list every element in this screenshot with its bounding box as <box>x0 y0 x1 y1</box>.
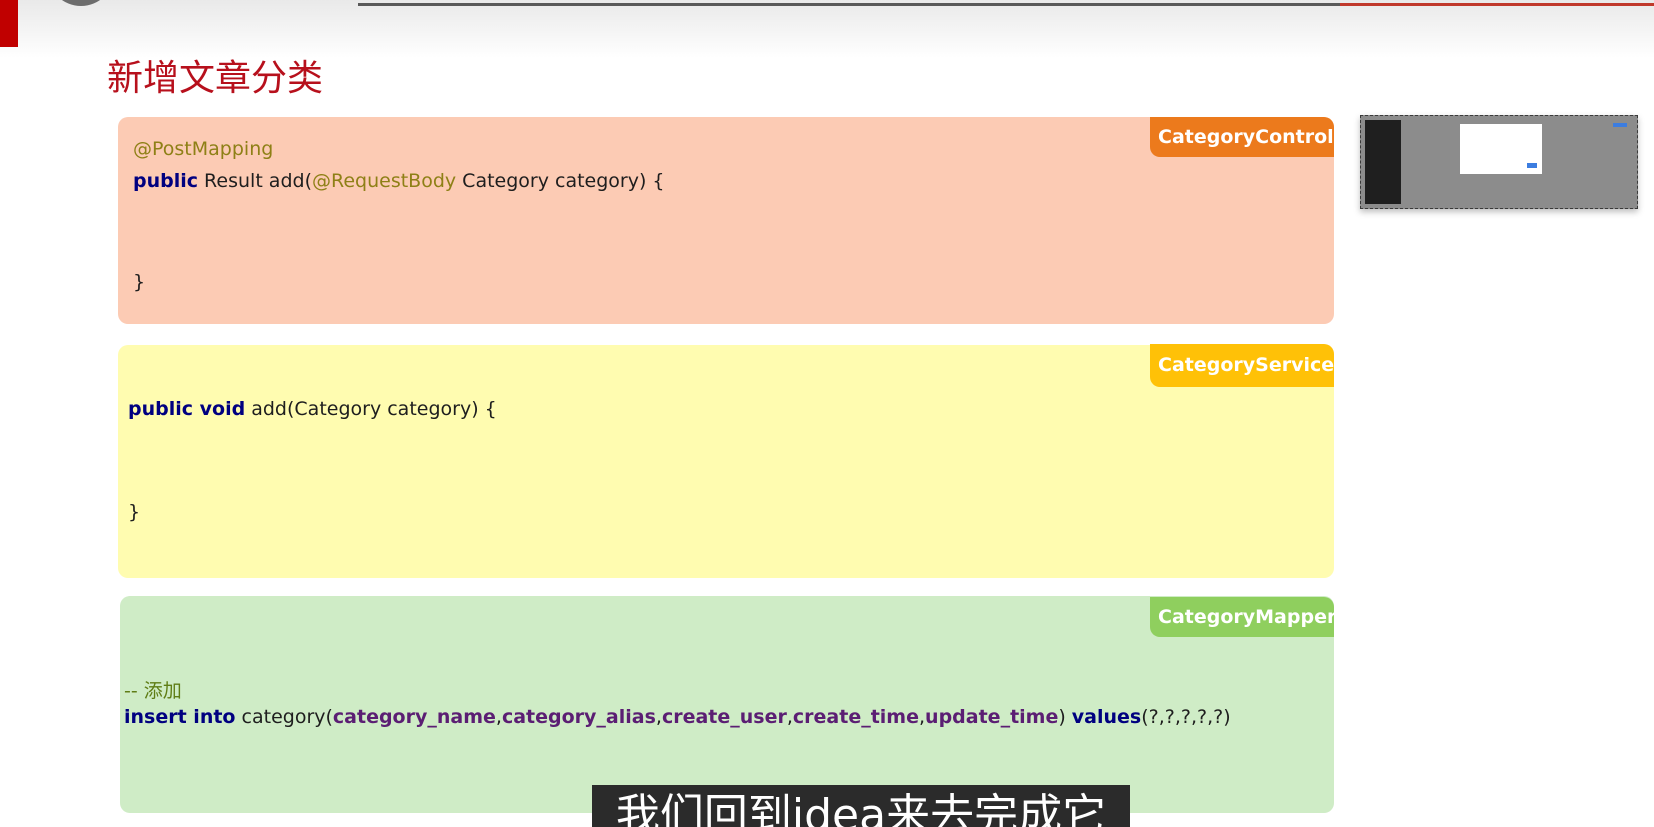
closing-brace: } <box>133 271 146 293</box>
keyword-text: values <box>1071 706 1142 728</box>
column-name: category_alias <box>501 706 656 728</box>
code-text: add(Category category) { <box>245 398 497 420</box>
closing-brace: } <box>128 501 141 523</box>
sql-comment: -- 添加 <box>124 680 182 702</box>
controller-tag: CategoryController <box>1150 117 1362 157</box>
top-band <box>0 0 1654 58</box>
annotation-text: @RequestBody <box>311 170 457 192</box>
keyword-text: public <box>133 170 199 192</box>
red-corner-tab <box>0 0 18 47</box>
code-text: ) <box>1058 706 1072 728</box>
top-divider-line <box>358 3 1340 6</box>
column-name: create_time <box>792 706 919 728</box>
code-text: Category category) { <box>456 170 665 192</box>
thumbnail-sidebar <box>1365 120 1401 204</box>
column-name: category_name <box>332 706 496 728</box>
sql-line: insert into category(category_name,categ… <box>124 704 1231 730</box>
mapper-panel: CategoryMapper -- 添加 insert into categor… <box>120 596 1336 813</box>
service-tag: CategoryService <box>1150 344 1334 387</box>
screenshot-thumbnail <box>1360 115 1638 209</box>
keyword-text: insert into <box>124 706 236 728</box>
thumbnail-add-button <box>1613 123 1627 127</box>
code-text: (?,?,?,?,?) <box>1141 706 1231 728</box>
code-line: @PostMapping <box>133 136 273 162</box>
code-text: category( <box>235 706 333 728</box>
annotation-text: @PostMapping <box>133 138 274 160</box>
top-accent-line <box>1340 3 1654 6</box>
column-name: update_time <box>925 706 1059 728</box>
code-line: public Result add(@RequestBody Category … <box>133 168 665 194</box>
mapper-tag: CategoryMapper <box>1150 597 1336 637</box>
service-panel: CategoryService public void add(Category… <box>118 344 1334 578</box>
video-subtitle: 我们回到idea来去完成它 <box>592 785 1130 827</box>
controller-panel: CategoryController @PostMapping public R… <box>118 117 1362 324</box>
thumbnail-confirm-button <box>1527 163 1537 168</box>
keyword-text: public void <box>128 398 246 420</box>
code-line: public void add(Category category) { <box>128 396 497 422</box>
code-text: Result add( <box>198 170 312 192</box>
slide-title: 新增文章分类 <box>107 58 324 99</box>
column-name: create_user <box>661 706 787 728</box>
